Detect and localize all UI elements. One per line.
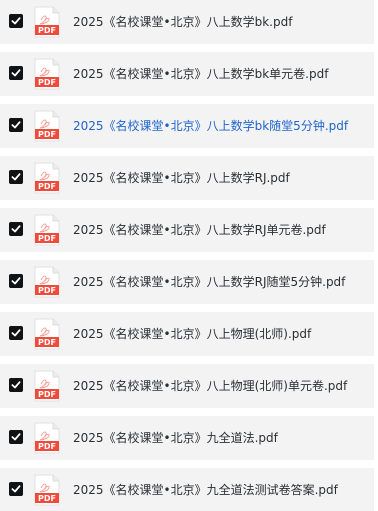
file-name[interactable]: 2025《名校课堂•北京》八上数学bk.pdf bbox=[73, 13, 365, 31]
file-row[interactable]: PDF 2025《名校课堂•北京》八上数学RJ随堂5分钟.pdf bbox=[0, 260, 374, 304]
checkmark-icon bbox=[11, 121, 21, 129]
pdf-icon-label: PDF bbox=[38, 182, 56, 191]
file-name[interactable]: 2025《名校课堂•北京》八上物理(北师).pdf bbox=[73, 325, 365, 343]
checkmark-icon bbox=[11, 381, 21, 389]
file-name[interactable]: 2025《名校课堂•北京》九全道法.pdf bbox=[73, 429, 365, 447]
pdf-file-icon: PDF bbox=[34, 370, 60, 402]
pdf-file-icon: PDF bbox=[34, 58, 60, 90]
pdf-icon-label: PDF bbox=[38, 442, 56, 451]
pdf-icon-label: PDF bbox=[38, 78, 56, 87]
file-checkbox[interactable] bbox=[9, 14, 23, 28]
pdf-icon-label: PDF bbox=[38, 390, 56, 399]
pdf-file-icon: PDF bbox=[34, 162, 60, 194]
file-name[interactable]: 2025《名校课堂•北京》八上数学RJ.pdf bbox=[73, 169, 365, 187]
pdf-file-icon: PDF bbox=[34, 318, 60, 350]
file-checkbox[interactable] bbox=[9, 378, 23, 392]
pdf-file-icon: PDF bbox=[34, 110, 60, 142]
file-checkbox[interactable] bbox=[9, 66, 23, 80]
checkmark-icon bbox=[11, 69, 21, 77]
file-row[interactable]: PDF 2025《名校课堂•北京》八上数学bk.pdf bbox=[0, 0, 374, 44]
file-row[interactable]: PDF 2025《名校课堂•北京》八上数学RJ.pdf bbox=[0, 156, 374, 200]
file-name[interactable]: 2025《名校课堂•北京》八上物理(北师)单元卷.pdf bbox=[73, 377, 365, 395]
checkmark-icon bbox=[11, 17, 21, 25]
file-row[interactable]: PDF 2025《名校课堂•北京》八上物理(北师).pdf bbox=[0, 312, 374, 356]
pdf-icon-label: PDF bbox=[38, 234, 56, 243]
pdf-icon-label: PDF bbox=[38, 338, 56, 347]
file-checkbox[interactable] bbox=[9, 170, 23, 184]
pdf-icon-label: PDF bbox=[38, 130, 56, 139]
file-checkbox[interactable] bbox=[9, 482, 23, 496]
pdf-icon-label: PDF bbox=[38, 286, 56, 295]
pdf-file-icon: PDF bbox=[34, 214, 60, 246]
file-name[interactable]: 2025《名校课堂•北京》八上数学bk单元卷.pdf bbox=[73, 65, 365, 83]
file-row[interactable]: PDF 2025《名校课堂•北京》八上数学RJ单元卷.pdf bbox=[0, 208, 374, 252]
file-list: PDF 2025《名校课堂•北京》八上数学bk.pdf PDF 2025《名校课… bbox=[0, 0, 378, 511]
checkmark-icon bbox=[11, 485, 21, 493]
file-row[interactable]: PDF 2025《名校课堂•北京》九全道法测试卷答案.pdf bbox=[0, 468, 374, 511]
file-checkbox[interactable] bbox=[9, 274, 23, 288]
file-row[interactable]: PDF 2025《名校课堂•北京》八上数学bk单元卷.pdf bbox=[0, 52, 374, 96]
file-checkbox[interactable] bbox=[9, 222, 23, 236]
file-row[interactable]: PDF 2025《名校课堂•北京》八上数学bk随堂5分钟.pdf bbox=[0, 104, 374, 148]
pdf-file-icon: PDF bbox=[34, 266, 60, 298]
checkmark-icon bbox=[11, 329, 21, 337]
file-checkbox[interactable] bbox=[9, 326, 23, 340]
pdf-icon-label: PDF bbox=[38, 494, 56, 503]
file-name-link[interactable]: 2025《名校课堂•北京》八上数学bk随堂5分钟.pdf bbox=[73, 117, 365, 135]
checkmark-icon bbox=[11, 433, 21, 441]
file-checkbox[interactable] bbox=[9, 430, 23, 444]
file-name[interactable]: 2025《名校课堂•北京》八上数学RJ随堂5分钟.pdf bbox=[73, 273, 365, 291]
pdf-file-icon: PDF bbox=[34, 6, 60, 38]
pdf-file-icon: PDF bbox=[34, 474, 60, 506]
file-name[interactable]: 2025《名校课堂•北京》八上数学RJ单元卷.pdf bbox=[73, 221, 365, 239]
checkmark-icon bbox=[11, 277, 21, 285]
file-checkbox[interactable] bbox=[9, 118, 23, 132]
file-row[interactable]: PDF 2025《名校课堂•北京》九全道法.pdf bbox=[0, 416, 374, 460]
file-row[interactable]: PDF 2025《名校课堂•北京》八上物理(北师)单元卷.pdf bbox=[0, 364, 374, 408]
checkmark-icon bbox=[11, 225, 21, 233]
pdf-file-icon: PDF bbox=[34, 422, 60, 454]
pdf-icon-label: PDF bbox=[38, 26, 56, 35]
checkmark-icon bbox=[11, 173, 21, 181]
file-name[interactable]: 2025《名校课堂•北京》九全道法测试卷答案.pdf bbox=[73, 481, 365, 499]
